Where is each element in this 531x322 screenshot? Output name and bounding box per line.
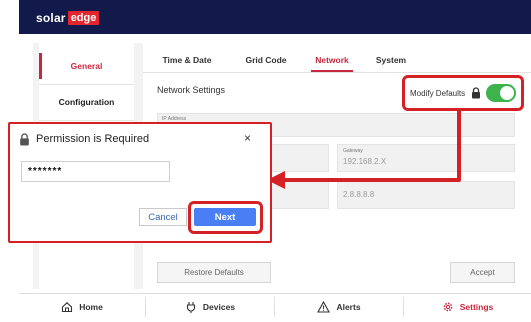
bottomnav-home[interactable]: Home [19,293,145,321]
bottomnav-label: Settings [459,302,494,312]
solaredge-logo: solar edge [36,10,100,26]
logo-edge-text: edge [67,11,100,25]
bottomnav-devices[interactable]: Devices [146,293,274,321]
network-settings-title: Network Settings [157,85,226,95]
tab-label: Network [315,55,349,65]
restore-defaults-label: Restore Defaults [184,268,244,277]
tab-system[interactable]: System [368,50,414,70]
accept-button[interactable]: Accept [450,262,515,283]
plug-icon [186,302,195,313]
tab-network[interactable]: Network [305,50,359,72]
gear-icon [443,302,453,312]
sidenav-item-configuration[interactable]: Configuration [39,84,134,121]
accept-label: Accept [470,268,495,277]
home-icon [62,302,73,313]
tab-label: Time & Date [162,55,212,65]
tab-divider [143,72,531,73]
bottomnav-settings[interactable]: Settings [404,293,531,321]
tab-grid-code[interactable]: Grid Code [237,50,295,70]
tab-label: System [375,55,407,65]
sidenav-item-label: General [70,61,103,71]
bottomnav-label: Home [79,302,103,312]
sidenav-item-label: Configuration [58,97,115,107]
highlight-modify-defaults [402,75,524,111]
highlight-dialog [8,122,272,243]
restore-defaults-button[interactable]: Restore Defaults [157,262,271,283]
logo-solar-text: solar [36,11,66,25]
tab-time-date[interactable]: Time & Date [150,50,224,70]
tab-label: Grid Code [245,55,287,65]
bottomnav-label: Devices [202,302,236,312]
sidenav-item-general[interactable]: General [39,48,134,85]
dns-value: 2.8.8.8.8 [343,190,375,199]
warning-icon [317,301,331,313]
red-arrow [267,110,461,189]
bottomnav-alerts[interactable]: Alerts [275,293,403,321]
bottomnav-label: Alerts [336,302,361,312]
